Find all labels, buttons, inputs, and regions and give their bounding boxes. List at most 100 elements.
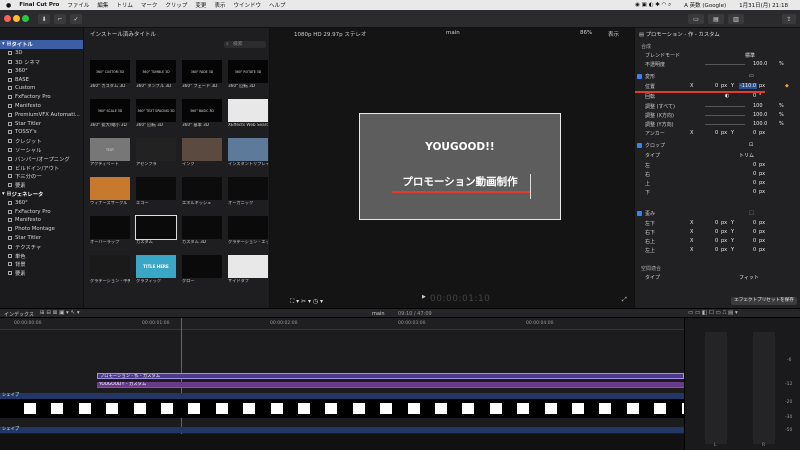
- library-item[interactable]: バンパー/オープニング: [0, 154, 83, 163]
- title-thumbnail[interactable]: インク: [182, 138, 222, 170]
- keyframe-icon[interactable]: ◆: [785, 83, 789, 89]
- library-item[interactable]: 単色: [0, 251, 83, 260]
- fullscreen-icon[interactable]: ⤢: [622, 296, 627, 304]
- title-thumbnail[interactable]: インスタントリプレイ: [228, 138, 268, 170]
- title-thumbnail[interactable]: 360° ROTATE 3D 360° 回転 3D: [228, 60, 268, 92]
- title-thumbnail[interactable]: 360° CUSTOM 3D 360° カスタム 3D: [90, 60, 130, 92]
- rotation-dial-icon[interactable]: ◐: [725, 93, 729, 99]
- edit-buttons-icon[interactable]: ⊞ ⊟ ⊠ ▣ ▾ ↖ ▾: [40, 310, 80, 316]
- library-item[interactable]: 下三分の一: [0, 172, 83, 181]
- import-icon[interactable]: ⬇: [38, 14, 50, 24]
- transform-tool-icon[interactable]: ⛶ ▾ ✂ ▾ ◷ ▾: [290, 298, 323, 306]
- title-clip-promotion[interactable]: プロモーション - 作 - カスタム: [97, 373, 684, 379]
- library-item[interactable]: クレジット: [0, 137, 83, 146]
- transform-checkbox[interactable]: [637, 73, 642, 79]
- timeline-ruler[interactable]: 00:00:00:00 00:00:01:00 00:00:02:00 00:0…: [0, 318, 684, 330]
- lower-filmstrip[interactable]: [0, 434, 684, 450]
- title-thumbnail[interactable]: エコー: [136, 177, 176, 209]
- spatial-type-popup[interactable]: フィット: [739, 274, 759, 281]
- library-item[interactable]: テクスチャ: [0, 242, 83, 251]
- shape-track-bottom[interactable]: シェイプ: [0, 427, 684, 433]
- transform-onscreen-icon[interactable]: ▭: [749, 73, 754, 79]
- crop-right-value[interactable]: 0: [753, 171, 756, 177]
- crop-checkbox[interactable]: [637, 142, 642, 148]
- transform-heading[interactable]: 変形 ▭: [635, 72, 800, 80]
- menu-mark[interactable]: マーク: [141, 1, 158, 9]
- scale-x-slider[interactable]: [705, 115, 745, 116]
- menu-window[interactable]: ウインドウ: [233, 1, 261, 9]
- menu-file[interactable]: ファイル: [67, 1, 89, 9]
- library-item[interactable]: ソーシャル: [0, 146, 83, 155]
- library-item[interactable]: Star Titler: [0, 234, 83, 243]
- title-thumbnail[interactable]: TEXT アクティベート: [90, 138, 130, 170]
- background-tasks-icon[interactable]: ✓: [70, 14, 82, 24]
- index-button[interactable]: インデックス: [4, 311, 34, 318]
- save-preset-button[interactable]: エフェクトプリセットを保存: [731, 297, 797, 305]
- menu-trim[interactable]: トリム: [116, 1, 133, 9]
- scale-y-slider[interactable]: [705, 124, 745, 125]
- library-item[interactable]: Star Titler: [0, 119, 83, 128]
- library-item[interactable]: ビルドイン/アウト: [0, 163, 83, 172]
- title-thumbnail[interactable]: ウィナーズサークル: [90, 177, 130, 209]
- distort-checkbox[interactable]: [637, 210, 642, 216]
- library-item[interactable]: PremiumVFX Automati...: [0, 110, 83, 119]
- scale-all-slider[interactable]: [705, 106, 745, 107]
- title-thumbnail[interactable]: オーガニック: [228, 177, 268, 209]
- menu-help[interactable]: ヘルプ: [269, 1, 286, 9]
- play-button[interactable]: ▶: [422, 294, 426, 300]
- menu-modify[interactable]: 変更: [195, 1, 206, 9]
- share-icon[interactable]: ⇪: [782, 14, 796, 24]
- blend-mode-popup[interactable]: 標準: [745, 52, 755, 59]
- title-thumbnail[interactable]: 360° BASIC 3D 360° 基本 3D: [182, 99, 222, 131]
- canvas-title-text[interactable]: YOUGOOD!!: [360, 141, 560, 153]
- rotation-value[interactable]: 0: [753, 93, 756, 99]
- title-thumbnail[interactable]: XEffects Web Search Page: [228, 99, 268, 131]
- app-menu[interactable]: Final Cut Pro: [19, 2, 59, 8]
- opacity-slider[interactable]: [705, 64, 745, 65]
- workspace-icon[interactable]: ▭: [688, 14, 704, 24]
- menu-view[interactable]: 表示: [214, 1, 225, 9]
- opacity-value[interactable]: 100.0: [753, 61, 767, 67]
- keywords-icon[interactable]: ⌐: [54, 14, 66, 24]
- title-thumbnail[interactable]: 360° SCALE 3D 360° 拡大/縮小 3D: [90, 99, 130, 131]
- display-menu[interactable]: 表示: [608, 30, 619, 38]
- title-thumbnail[interactable]: オーバーラップ: [90, 216, 130, 248]
- viewer-canvas[interactable]: YOUGOOD!! プロモーション動画制作: [359, 113, 561, 220]
- library-item[interactable]: FxFactory Pro: [0, 93, 83, 102]
- crop-onscreen-icon[interactable]: ⊡: [749, 142, 753, 148]
- title-thumbnail[interactable]: 360° TUMBLE 3D 360° タンブル 3D: [136, 60, 176, 92]
- title-thumbnail[interactable]: アセンブラ: [136, 138, 176, 170]
- anchor-y-value[interactable]: 0: [753, 130, 756, 136]
- crop-bottom-value[interactable]: 0: [753, 189, 756, 195]
- title-thumbnail[interactable]: 360° FADE 3D 360° フェード 3D: [182, 60, 222, 92]
- crop-type-popup[interactable]: トリム: [739, 152, 754, 159]
- zoom-popup[interactable]: 86%: [580, 30, 592, 36]
- scale-y-value[interactable]: 100.0: [753, 121, 767, 127]
- library-item[interactable]: Manifesto: [0, 216, 83, 225]
- library-item[interactable]: ▾ ▤ ジェネレータ: [0, 190, 83, 199]
- layout-icon[interactable]: ▤: [708, 14, 724, 24]
- status-icons[interactable]: ◉ ▣ ◐ ✱ ◠ ⌕: [635, 2, 671, 9]
- library-item[interactable]: 要素: [0, 269, 83, 278]
- title-thumbnail[interactable]: TITLE HERE グラフィック: [136, 255, 176, 287]
- title-thumbnail[interactable]: グラデーション - エッジ: [228, 216, 268, 248]
- library-item[interactable]: 3D シネマ: [0, 58, 83, 67]
- library-item[interactable]: TOSSY's: [0, 128, 83, 137]
- scale-x-value[interactable]: 100.0: [753, 112, 767, 118]
- library-item[interactable]: 3D: [0, 49, 83, 58]
- close-window-button[interactable]: [4, 15, 11, 22]
- anchor-x-value[interactable]: 0: [715, 130, 718, 136]
- crop-heading[interactable]: クロップ ⊡: [635, 141, 800, 149]
- menu-clip[interactable]: クリップ: [165, 1, 187, 9]
- title-thumbnail[interactable]: グロー: [182, 255, 222, 287]
- library-item[interactable]: 360°: [0, 198, 83, 207]
- title-thumbnail[interactable]: エネルギッシュ: [182, 177, 222, 209]
- timeline-options-icons[interactable]: ▭ ▭ ◧ ☐ ▭ ⎍ ▤ ▾: [688, 310, 738, 317]
- library-item[interactable]: Photo Montage: [0, 225, 83, 234]
- library-item[interactable]: FxFactory Pro: [0, 207, 83, 216]
- title-clip-yougood[interactable]: YOUGOOD!! - カスタム: [97, 382, 684, 388]
- title-thumbnail[interactable]: サイドタブ: [228, 255, 268, 287]
- inspector-toggle-icon[interactable]: ▥: [728, 14, 744, 24]
- position-y-value[interactable]: -110.0: [739, 83, 758, 89]
- library-item[interactable]: 360°: [0, 66, 83, 75]
